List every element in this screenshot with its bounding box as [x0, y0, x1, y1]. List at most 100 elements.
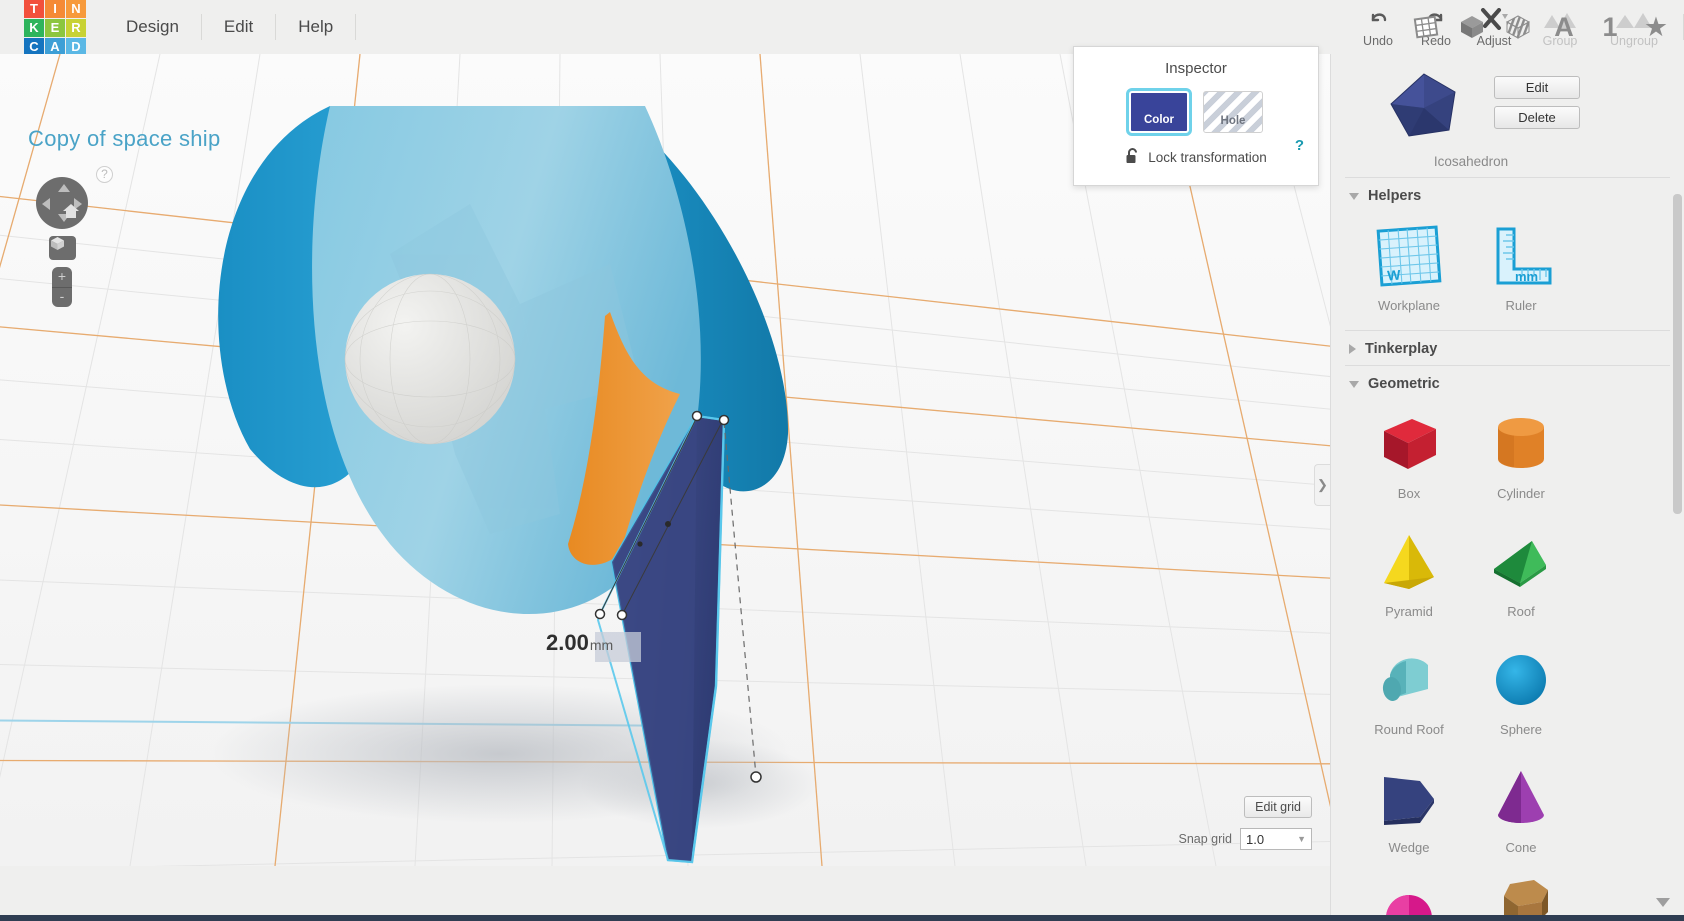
cone-icon [1484, 760, 1558, 836]
wedge-icon [1372, 760, 1446, 836]
chevron-down-icon [1349, 192, 1359, 200]
shape-label-box: Box [1397, 486, 1421, 501]
workplane-icon: W [1372, 218, 1446, 294]
zoom-out-button[interactable]: - [52, 287, 72, 307]
measurement-unit: mm [589, 637, 614, 653]
inspector-swatches: Color Hole [1074, 88, 1318, 136]
menu-help[interactable]: Help [276, 0, 355, 54]
shape-label-cylinder: Cylinder [1497, 486, 1545, 501]
project-title[interactable]: Copy of space ship [28, 126, 221, 152]
edit-grid-button[interactable]: Edit grid [1244, 796, 1312, 818]
selected-shape-panel: Edit Delete Icosahedron [1331, 54, 1684, 177]
logo-tile-3: K [24, 19, 44, 37]
cylinder-icon [1484, 406, 1558, 482]
nav-up-arrow-icon[interactable] [58, 184, 70, 192]
shape-hex-prism[interactable] [1465, 872, 1577, 921]
chevron-down-icon [1349, 380, 1359, 388]
delete-shape-button[interactable]: Delete [1494, 106, 1580, 129]
shape-label-sphere: Sphere [1500, 722, 1542, 737]
striped-cube-icon[interactable] [1498, 0, 1538, 54]
shape-cone[interactable]: Cone [1465, 754, 1577, 872]
edit-shape-button[interactable]: Edit [1494, 76, 1580, 99]
view-icon-group: A 1 ★ [1406, 0, 1676, 54]
zoom-control-group: + - [52, 267, 72, 307]
fit-view-cube-button[interactable] [49, 236, 76, 260]
top-toolbar: T I N K E R C A D Design Edit Help Undo [0, 0, 1684, 56]
pyramid-icon [1372, 524, 1446, 600]
solid-cube-icon[interactable] [1452, 0, 1492, 54]
shape-sphere[interactable]: Sphere [1465, 636, 1577, 754]
snap-grid-label: Snap grid [1178, 832, 1232, 846]
undo-label: Undo [1363, 34, 1393, 48]
snap-grid-control: Snap grid 1.0 ▼ [1178, 828, 1312, 850]
hole-swatch-button[interactable]: Hole [1203, 91, 1263, 133]
shape-workplane[interactable]: W Workplane [1353, 212, 1465, 330]
geometric-shape-grid: Box Cylinder Pyramid Roof Round Roof Sph… [1331, 400, 1684, 921]
color-swatch-label: Color [1143, 114, 1175, 126]
shape-wedge[interactable]: Wedge [1353, 754, 1465, 872]
nav-help-icon[interactable]: ? [96, 166, 113, 183]
bottom-status-bar [0, 915, 1684, 921]
shape-box[interactable]: Box [1353, 400, 1465, 518]
shape-label-round-roof: Round Roof [1374, 722, 1444, 737]
snap-grid-select[interactable]: 1.0 ▼ [1240, 828, 1312, 850]
color-swatch-button[interactable]: Color [1126, 88, 1192, 136]
shape-label-ruler: Ruler [1505, 298, 1537, 313]
menu-edit[interactable]: Edit [202, 0, 275, 54]
shape-label-cone: Cone [1505, 840, 1537, 855]
measurement-label: 2.00 mm [546, 630, 613, 656]
chevron-down-icon: ▼ [1297, 834, 1306, 844]
roof-icon [1484, 524, 1558, 600]
shape-label-wedge: Wedge [1388, 840, 1430, 855]
logo-tile-0: T [24, 0, 44, 18]
shape-label-roof: Roof [1507, 604, 1535, 619]
round-roof-icon [1372, 642, 1446, 718]
nav-left-arrow-icon[interactable] [42, 198, 50, 210]
tinkercad-logo[interactable]: T I N K E R C A D [24, 0, 86, 56]
svg-text:W: W [1387, 267, 1402, 284]
star-icon[interactable]: ★ [1636, 0, 1676, 54]
chevron-right-icon [1349, 344, 1356, 354]
sphere-icon [1484, 642, 1558, 718]
hole-swatch-label: Hole [1220, 115, 1246, 127]
shape-round-roof[interactable]: Round Roof [1353, 636, 1465, 754]
right-sidebar: Edit Delete Icosahedron Helpers W Workpl… [1330, 54, 1684, 921]
text-a-icon[interactable]: A [1544, 0, 1584, 54]
shape-ruler[interactable]: mm Ruler [1465, 212, 1577, 330]
shape-cylinder[interactable]: Cylinder [1465, 400, 1577, 518]
panel-collapse-arrow-icon[interactable]: ❯ [1314, 464, 1330, 506]
undo-button[interactable]: Undo [1349, 0, 1407, 54]
logo-tile-2: N [66, 0, 86, 18]
inspector-panel: Inspector Color Hole ? Lock transformati… [1073, 46, 1319, 186]
section-title-tinkerplay: Tinkerplay [1365, 341, 1438, 357]
unlocked-padlock-icon [1125, 147, 1140, 168]
measurement-value: 2.00 [546, 630, 589, 655]
inspector-help-icon[interactable]: ? [1295, 137, 1304, 154]
number-1-icon[interactable]: 1 [1590, 0, 1630, 54]
menu-design[interactable]: Design [104, 0, 201, 54]
shape-roof[interactable]: Roof [1465, 518, 1577, 636]
logo-tile-4: E [45, 19, 65, 37]
lock-transformation-row[interactable]: Lock transformation [1074, 147, 1318, 168]
sidebar-scrollbar-thumb[interactable] [1673, 194, 1682, 514]
ruler-icon: mm [1484, 218, 1558, 294]
undo-icon [1366, 6, 1390, 30]
logo-tile-1: I [45, 0, 65, 18]
shape-pyramid[interactable]: Pyramid [1353, 518, 1465, 636]
selected-shape-name: Icosahedron [1433, 154, 1509, 169]
sidebar-section-geometric[interactable]: Geometric [1331, 366, 1684, 400]
sidebar-section-tinkerplay[interactable]: Tinkerplay [1331, 331, 1684, 365]
view-navigation-pad[interactable] [36, 177, 88, 229]
section-title-geometric: Geometric [1368, 376, 1440, 392]
scroll-down-arrow-icon[interactable] [1656, 898, 1670, 907]
menu-divider-3 [355, 14, 357, 40]
icosahedron-icon [1379, 68, 1469, 148]
helpers-shape-grid: W Workplane mm Ruler [1331, 212, 1684, 330]
shape-label-pyramid: Pyramid [1385, 604, 1433, 619]
zoom-in-button[interactable]: + [52, 267, 72, 287]
svg-text:mm: mm [1515, 269, 1538, 284]
sidebar-section-helpers[interactable]: Helpers [1331, 178, 1684, 212]
grid-icon[interactable] [1406, 0, 1446, 54]
snap-grid-value: 1.0 [1246, 831, 1265, 847]
shape-magenta-dome[interactable] [1353, 872, 1465, 921]
